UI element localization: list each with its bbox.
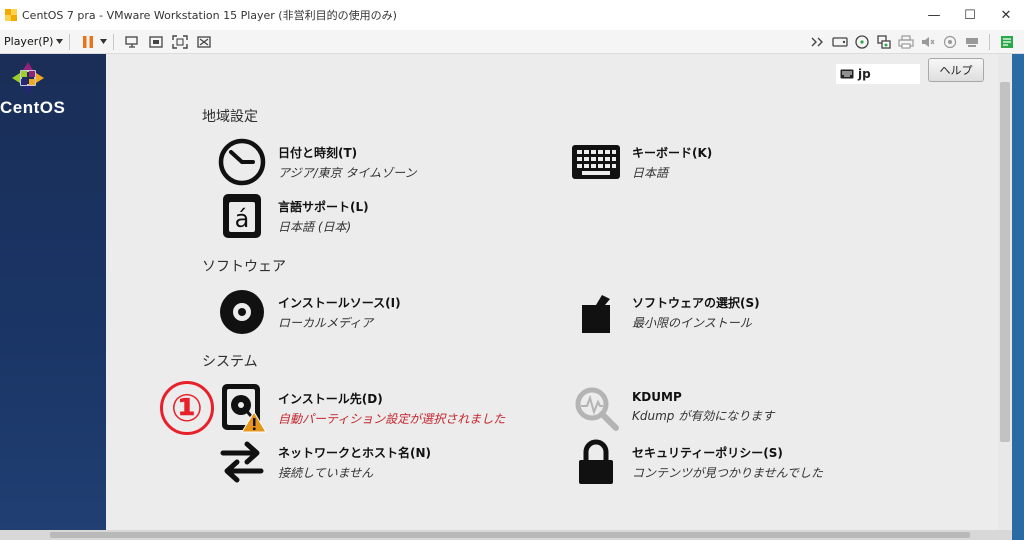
spoke-keyboard-title: キーボード(K) <box>632 146 713 160</box>
network-adapter-icon <box>877 35 891 49</box>
spoke-security-status: コンテンツが見つかりませんでした <box>632 466 824 480</box>
horizontal-scrollbar[interactable] <box>0 530 1012 540</box>
network-arrows-icon <box>220 441 264 483</box>
printer-device-button[interactable] <box>898 34 914 50</box>
horizontal-scrollbar-thumb[interactable] <box>50 532 970 538</box>
section-software: ソフトウェア <box>202 259 286 275</box>
vm-display[interactable]: CentOS jp ヘルプ 地域設定 ソフトウェア システム 日付と時刻(T) ア… <box>0 54 1024 540</box>
spoke-software-status: 最小限のインストール <box>632 316 752 330</box>
desktop-background <box>1012 54 1024 540</box>
vmware-app-icon <box>5 9 17 21</box>
camera-device-button[interactable] <box>942 34 958 50</box>
message-log-icon <box>1001 36 1013 48</box>
section-system: システム <box>202 354 258 370</box>
spoke-source-status: ローカルメディア <box>278 316 374 330</box>
webcam-icon <box>943 35 957 49</box>
send-ctrl-alt-del-button[interactable] <box>124 34 140 50</box>
centos-brand: CentOS <box>0 98 66 117</box>
vertical-scrollbar-thumb[interactable] <box>1000 82 1010 442</box>
fullscreen-button[interactable] <box>172 34 189 50</box>
message-log-button[interactable] <box>999 34 1015 50</box>
spoke-destination-status: 自動パーティション設定が選択されました <box>278 412 506 426</box>
spoke-kdump-title: KDUMP <box>632 390 682 404</box>
spoke-kdump[interactable]: KDUMP Kdump が有効になります <box>570 382 774 434</box>
annotation-marker: ① <box>160 381 214 435</box>
installation-summary: jp ヘルプ 地域設定 ソフトウェア システム 日付と時刻(T) アジア/東京 タ… <box>106 54 998 530</box>
window-title: CentOS 7 pra - VMware Workstation 15 Pla… <box>22 9 397 22</box>
more-devices-button[interactable] <box>810 34 826 50</box>
maximize-button[interactable]: ☐ <box>952 0 988 30</box>
spoke-network[interactable]: ネットワークとホスト名(N) 接続していません <box>216 436 431 488</box>
keyboard-layout-indicator[interactable]: jp <box>836 64 920 84</box>
spoke-datetime-status: アジア/東京 タイムゾーン <box>278 166 417 180</box>
spoke-source-title: インストールソース(I) <box>278 296 401 310</box>
player-menu-label: Player(P) <box>4 35 54 48</box>
close-button[interactable]: ✕ <box>988 0 1024 30</box>
toolbar-divider <box>989 34 990 50</box>
clock-icon <box>218 138 266 186</box>
spoke-datetime[interactable]: 日付と時刻(T) アジア/東京 タイムゾーン <box>216 136 417 188</box>
fullscreen-icon <box>172 34 189 49</box>
hard-disk-device-button[interactable] <box>832 34 848 50</box>
vmware-window: CentOS 7 pra - VMware Workstation 15 Pla… <box>0 0 1024 540</box>
svg-text:á: á <box>235 205 250 233</box>
spoke-language-status: 日本語 (日本) <box>278 220 352 234</box>
player-toolbar: Player(P) <box>0 30 1024 54</box>
help-button[interactable]: ヘルプ <box>928 58 984 82</box>
spoke-installation-destination[interactable]: インストール先(D) 自動パーティション設定が選択されました <box>216 382 505 434</box>
spoke-keyboard-status: 日本語 <box>632 166 669 180</box>
language-icon: á <box>223 194 261 238</box>
spoke-installation-source[interactable]: インストールソース(I) ローカルメディア <box>216 286 401 338</box>
centos-logo-icon <box>12 62 44 94</box>
anaconda-sidebar: CentOS <box>0 54 106 530</box>
toolbar-divider <box>69 33 71 50</box>
keyboard-small-icon <box>840 69 854 79</box>
unity-icon <box>149 35 164 48</box>
player-menu[interactable]: Player(P) <box>4 35 64 48</box>
magnifier-icon <box>575 387 619 431</box>
spoke-keyboard[interactable]: キーボード(K) 日本語 <box>570 136 712 188</box>
speaker-icon <box>922 37 935 47</box>
spoke-destination-title: インストール先(D) <box>278 392 383 406</box>
printer-icon <box>898 35 914 49</box>
unity-button[interactable] <box>148 34 164 50</box>
padlock-icon <box>579 439 613 484</box>
hard-disk-icon <box>832 37 848 47</box>
monitor-icon <box>966 38 978 47</box>
cd-icon <box>855 35 869 49</box>
spoke-software-selection[interactable]: ソフトウェアの選択(S) 最小限のインストール <box>570 286 760 338</box>
section-localization: 地域設定 <box>202 109 258 125</box>
spoke-security-title: セキュリティーポリシー(S) <box>632 446 783 460</box>
double-chevron-right-icon <box>811 37 823 47</box>
package-icon <box>582 295 610 333</box>
spoke-network-title: ネットワークとホスト名(N) <box>278 446 432 460</box>
spoke-network-status: 接続していません <box>278 466 374 480</box>
sound-device-button[interactable] <box>920 34 936 50</box>
vertical-scrollbar[interactable] <box>998 54 1012 530</box>
keyboard-icon <box>572 145 620 179</box>
minimize-button[interactable]: — <box>916 0 952 30</box>
spoke-language[interactable]: á 言語サポート(L) 日本語 (日本) <box>216 190 369 242</box>
hard-drive-warning-icon <box>222 384 267 433</box>
chevron-down-icon <box>56 39 64 44</box>
pause-button[interactable] <box>80 34 96 50</box>
spoke-kdump-status: Kdump が有効になります <box>632 409 775 423</box>
toolbar-divider <box>113 33 115 50</box>
pause-dropdown-icon[interactable] <box>100 39 108 44</box>
unity-exit-button[interactable] <box>196 34 212 50</box>
disc-icon <box>220 290 264 334</box>
computer-icon <box>125 35 139 48</box>
network-device-button[interactable] <box>876 34 892 50</box>
spoke-language-title: 言語サポート(L) <box>278 200 369 214</box>
keyboard-layout-code: jp <box>858 67 871 81</box>
pause-icon <box>83 35 94 48</box>
cd-dvd-device-button[interactable] <box>854 34 870 50</box>
unity-exit-icon <box>197 35 212 48</box>
display-device-button[interactable] <box>964 34 980 50</box>
title-bar: CentOS 7 pra - VMware Workstation 15 Pla… <box>0 0 1024 30</box>
spoke-software-title: ソフトウェアの選択(S) <box>632 296 760 310</box>
spoke-datetime-title: 日付と時刻(T) <box>278 146 358 160</box>
spoke-security-policy[interactable]: セキュリティーポリシー(S) コンテンツが見つかりませんでした <box>570 436 823 488</box>
annotation-number: ① <box>170 386 204 430</box>
